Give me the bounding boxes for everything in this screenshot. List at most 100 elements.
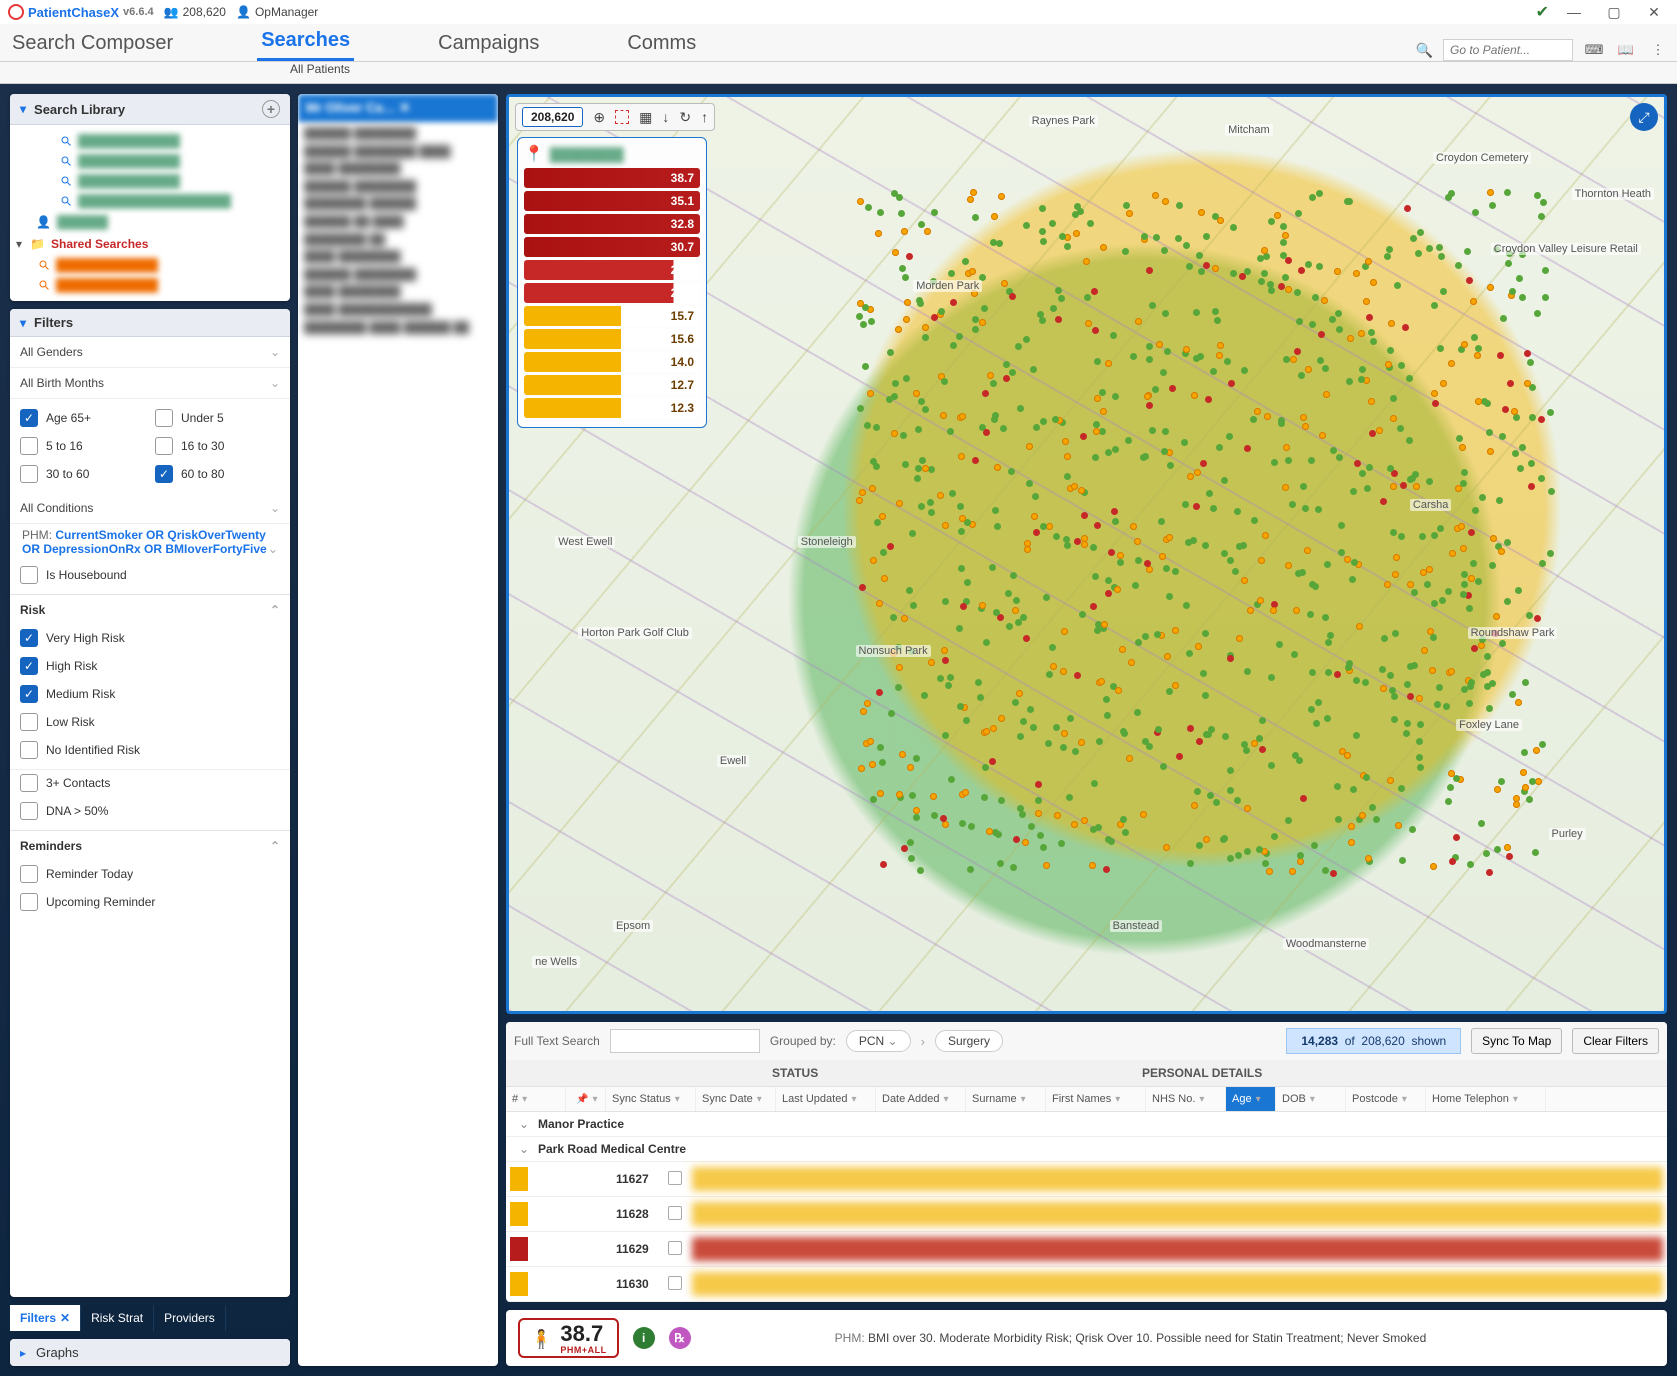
group-row[interactable]: ⌄ Manor Practice (506, 1112, 1667, 1137)
phm-filter[interactable]: PHM: CurrentSmoker OR QriskOverTwenty OR… (10, 524, 290, 566)
checkbox-box[interactable] (20, 774, 38, 792)
full-text-search-input[interactable] (610, 1029, 760, 1053)
group-row[interactable]: ⌄ Park Road Medical Centre (506, 1137, 1667, 1162)
library-item[interactable]: ████████████ (34, 255, 284, 275)
up-arrow-icon[interactable]: ↑ (701, 109, 708, 125)
filter-icon[interactable]: ▾ (592, 1094, 597, 1105)
filter-icon[interactable]: ▾ (851, 1094, 856, 1105)
table-row[interactable]: 11630 (506, 1267, 1667, 1302)
tab-comms[interactable]: Comms (623, 26, 700, 61)
checkbox-box[interactable] (20, 409, 38, 427)
chevron-down-icon[interactable]: ⌄ (510, 1142, 538, 1156)
sync-to-map-button[interactable]: Sync To Map (1471, 1028, 1562, 1054)
search-library-header[interactable]: Search Library + (10, 94, 290, 125)
column-header[interactable]: Date Added▾ (876, 1087, 966, 1111)
column-header[interactable]: Age▾ (1226, 1087, 1276, 1111)
window-close[interactable]: ✕ (1639, 4, 1669, 21)
column-header[interactable]: 📌▾ (566, 1087, 606, 1111)
filter-icon[interactable]: ▾ (1513, 1094, 1518, 1105)
marquee-select-icon[interactable] (615, 110, 629, 124)
add-search-button[interactable]: + (262, 100, 280, 118)
tab-searches[interactable]: Searches (257, 23, 354, 61)
row-checkbox[interactable] (668, 1241, 692, 1258)
checkbox[interactable]: DNA > 50% (20, 802, 280, 820)
checkbox[interactable]: No Identified Risk (20, 741, 280, 759)
library-item[interactable]: ██████████████████ (56, 191, 284, 211)
keyboard-icon[interactable]: ⌨ (1583, 39, 1605, 61)
column-header[interactable]: Last Updated▾ (776, 1087, 876, 1111)
checkbox-box[interactable] (20, 657, 38, 675)
checkbox-box[interactable] (20, 893, 38, 911)
check-housebound[interactable]: Is Housebound (20, 566, 280, 584)
checkbox[interactable]: Age 65+ (20, 409, 145, 427)
filter-icon[interactable]: ▾ (1256, 1094, 1261, 1105)
column-header[interactable]: Surname▾ (966, 1087, 1046, 1111)
legend-bar[interactable]: 35.1 (524, 191, 700, 211)
legend-bar[interactable]: 30.7 (524, 237, 700, 257)
score-badge[interactable]: 🧍 38.7 PHM+ALL (518, 1318, 619, 1358)
legend-bar[interactable]: 12.7 (524, 375, 700, 395)
library-item[interactable]: ████████████ (56, 171, 284, 191)
map-expand-button[interactable]: ⤢ (1630, 103, 1658, 131)
library-shared-node[interactable]: 📁 Shared Searches (28, 233, 150, 255)
filter-icon[interactable]: ▾ (944, 1094, 949, 1105)
group-surgery-pill[interactable]: Surgery (935, 1030, 1003, 1052)
window-minimize[interactable]: — (1559, 4, 1589, 20)
chevron-down-icon[interactable] (16, 237, 22, 251)
filter-icon[interactable]: ▾ (1402, 1094, 1407, 1105)
tab-campaigns[interactable]: Campaigns (434, 26, 543, 61)
column-header[interactable]: First Names▾ (1046, 1087, 1146, 1111)
legend-bar[interactable]: 38.7 (524, 168, 700, 188)
legend-bar[interactable]: 14.0 (524, 352, 700, 372)
checkbox[interactable]: 16 to 30 (155, 437, 280, 455)
checkbox[interactable]: 5 to 16 (20, 437, 145, 455)
bottom-tab-providers[interactable]: Providers (154, 1305, 226, 1331)
checkbox[interactable]: Very High Risk (20, 629, 280, 647)
filter-icon[interactable]: ▾ (522, 1094, 527, 1105)
library-user-node[interactable]: 👤██████ (16, 211, 284, 233)
checkbox[interactable]: High Risk (20, 657, 280, 675)
checkbox[interactable]: Reminder Today (20, 865, 280, 883)
reminders-section[interactable]: Reminders⌃ (10, 830, 290, 861)
row-checkbox[interactable] (668, 1276, 692, 1293)
legend-bar[interactable]: 28.7 (524, 260, 700, 280)
goto-patient-input[interactable] (1443, 39, 1573, 61)
checkbox[interactable]: Upcoming Reminder (20, 893, 280, 911)
legend-bar[interactable]: 32.8 (524, 214, 700, 234)
group-pcn-pill[interactable]: PCN (846, 1030, 911, 1052)
column-header[interactable]: Postcode▾ (1346, 1087, 1426, 1111)
goto-search-icon[interactable]: 🔍 (1416, 42, 1433, 59)
risk-section[interactable]: Risk⌃ (10, 594, 290, 625)
checkbox-box[interactable] (155, 465, 173, 483)
checkbox-box[interactable] (20, 437, 38, 455)
library-item[interactable]: ████████████ (56, 151, 284, 171)
filter-icon[interactable]: ▾ (1310, 1094, 1315, 1105)
clear-filters-button[interactable]: Clear Filters (1572, 1028, 1659, 1054)
filter-icon[interactable]: ▾ (1021, 1094, 1026, 1105)
kebab-menu-icon[interactable]: ⋮ (1647, 39, 1669, 61)
refresh-icon[interactable]: ↻ (679, 109, 691, 126)
chevron-right-icon[interactable]: ⌄ (510, 1117, 538, 1131)
legend-bar[interactable]: 15.6 (524, 329, 700, 349)
library-item[interactable]: ████████████ (34, 275, 284, 295)
checkbox-box[interactable] (20, 685, 38, 703)
checkbox-box[interactable] (20, 865, 38, 883)
filter-icon[interactable]: ▾ (675, 1094, 680, 1105)
book-icon[interactable]: 📖 (1615, 39, 1637, 61)
column-header[interactable]: #▾ (506, 1087, 566, 1111)
filter-icon[interactable]: ▾ (1199, 1094, 1204, 1105)
column-header[interactable]: Sync Date▾ (696, 1087, 776, 1111)
checkbox[interactable]: Medium Risk (20, 685, 280, 703)
checkbox[interactable]: Under 5 (155, 409, 280, 427)
table-row[interactable]: 11627 (506, 1162, 1667, 1197)
column-header[interactable]: NHS No.▾ (1146, 1087, 1226, 1111)
legend-bar[interactable]: 27.8 (524, 283, 700, 303)
checkbox[interactable]: 30 to 60 (20, 465, 145, 483)
info-icon[interactable]: i (633, 1327, 655, 1349)
checkbox-box[interactable] (20, 741, 38, 759)
row-checkbox[interactable] (668, 1171, 692, 1188)
table-row[interactable]: 11629 (506, 1232, 1667, 1267)
column-header[interactable]: DOB▾ (1276, 1087, 1346, 1111)
row-checkbox[interactable] (668, 1206, 692, 1223)
patient-name-header[interactable]: Mr Oliver Ca… ✕ (298, 94, 498, 122)
